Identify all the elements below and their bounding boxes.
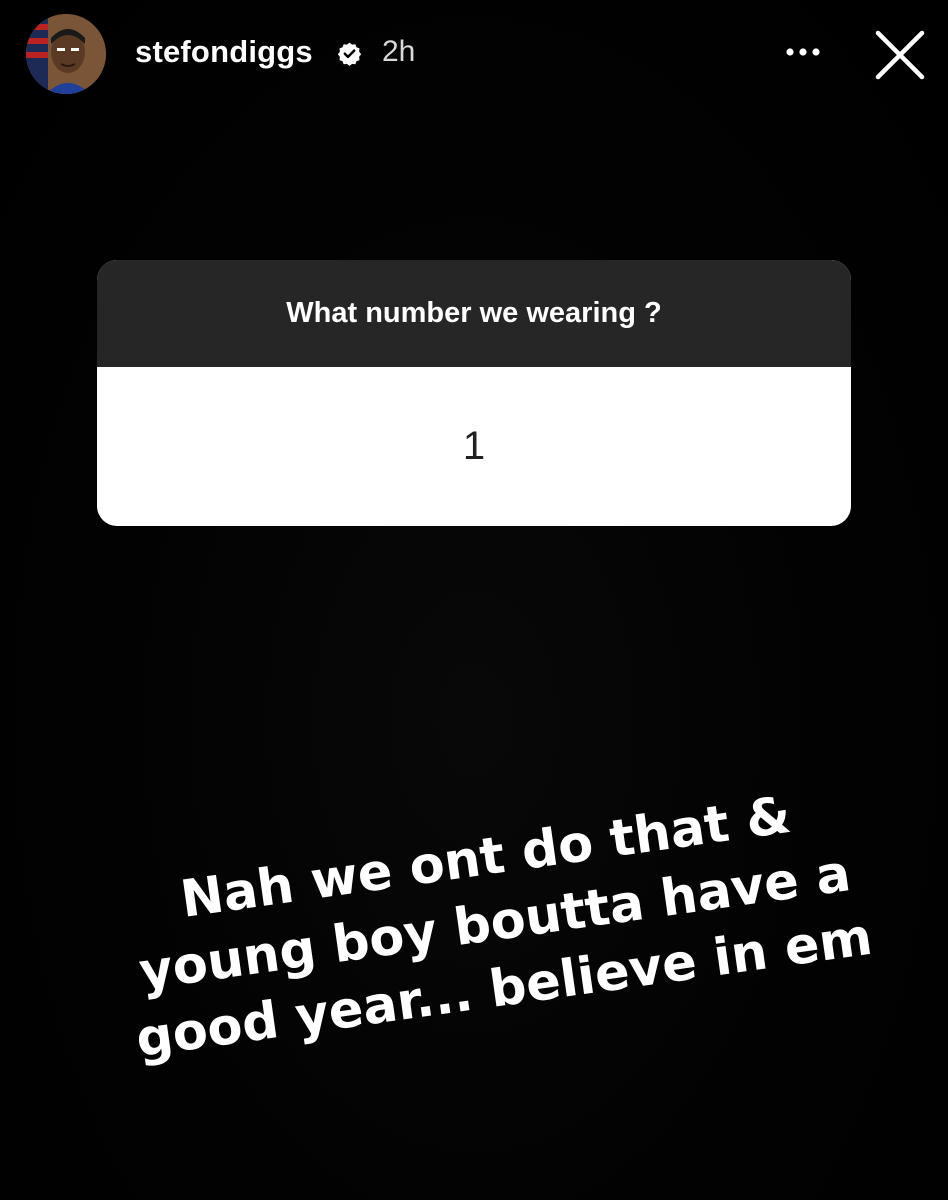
story-caption: Nah we ont do that & young boy boutta ha… [95,771,895,1076]
question-sticker[interactable]: What number we wearing ? 1 [97,260,851,526]
story-view[interactable]: stefondiggs 2h What number we wearing ? … [0,0,948,1200]
close-icon[interactable] [872,27,928,83]
username[interactable]: stefondiggs [135,30,313,74]
verified-badge-icon [337,42,362,66]
story-header: stefondiggs 2h [0,0,948,110]
question-answer-area: 1 [97,367,851,526]
more-options-icon[interactable] [778,32,828,72]
post-time: 2h [382,35,416,68]
question-text: What number we wearing ? [286,297,662,329]
answer-text: 1 [462,424,486,468]
avatar[interactable] [26,14,106,94]
avatar-image [26,14,106,94]
question-header: What number we wearing ? [97,260,851,367]
